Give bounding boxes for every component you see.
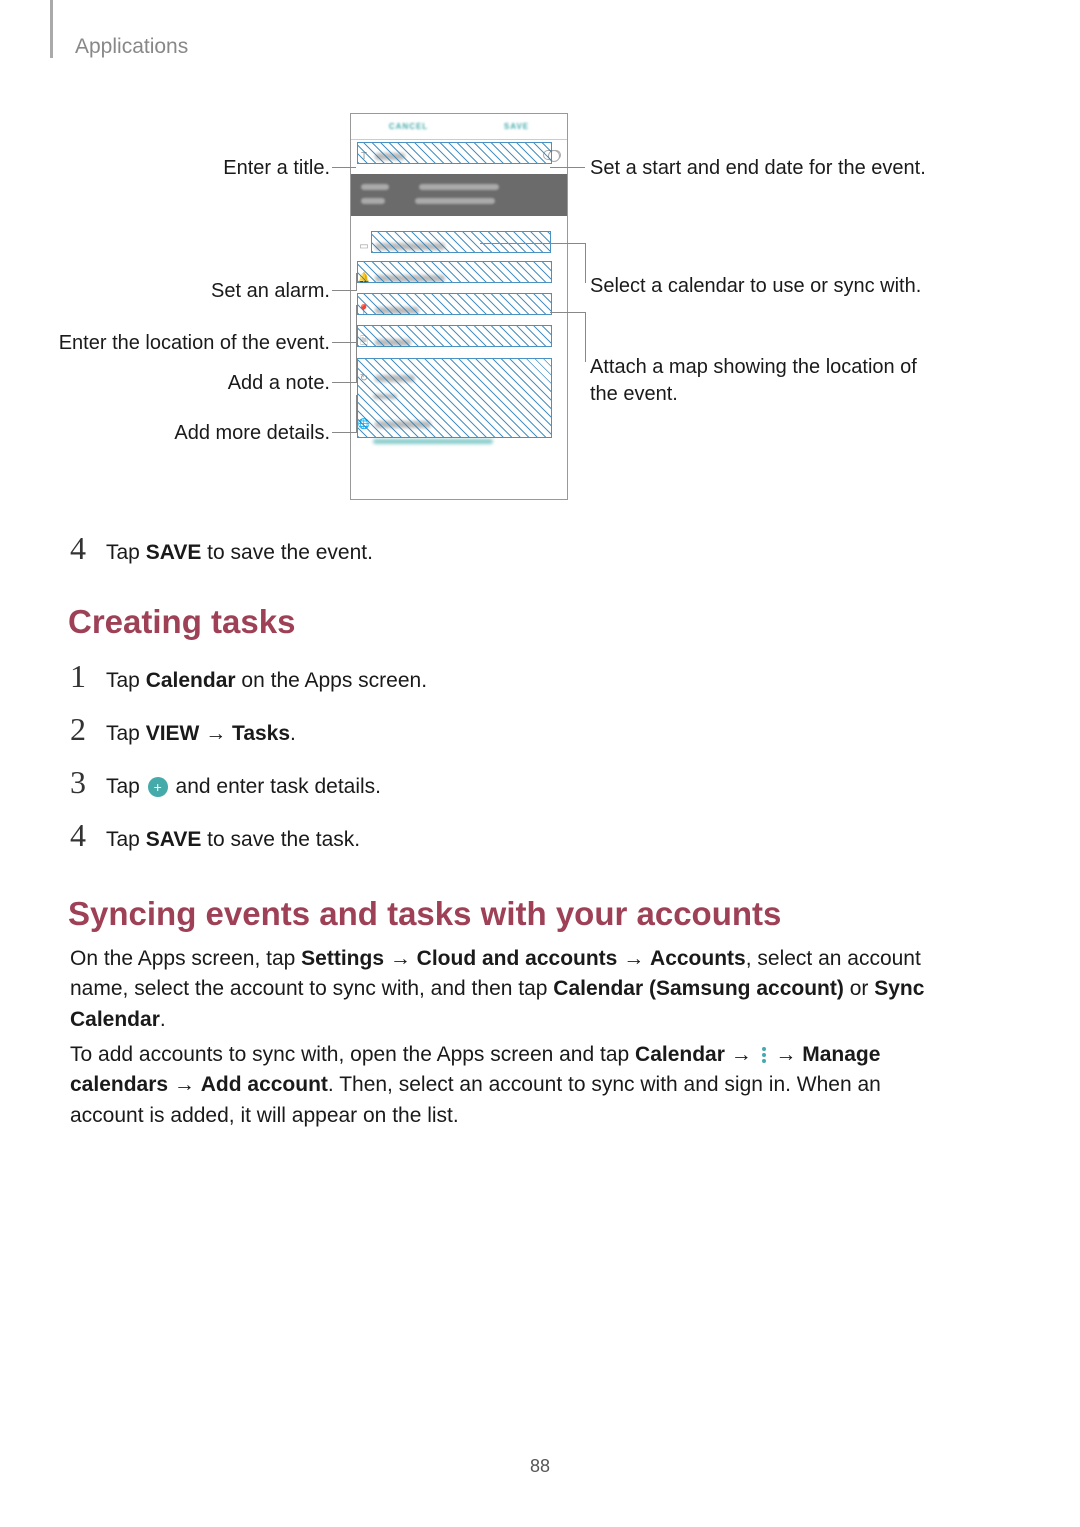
- location-highlight: [357, 293, 552, 315]
- t: to save the event.: [201, 541, 373, 564]
- leader-note-v: [356, 338, 357, 383]
- step-number: 4: [70, 530, 92, 567]
- step-number: 2: [70, 711, 92, 748]
- callout-more: Add more details.: [20, 420, 330, 447]
- screenshot-toolbar: CANCEL SAVE: [351, 114, 567, 140]
- t: Tap: [106, 541, 146, 564]
- leader-title: [332, 167, 356, 168]
- callout-alarm: Set an alarm.: [20, 278, 330, 305]
- task-step: 4 Tap SAVE to save the task.: [70, 817, 427, 854]
- leader-more-v: [356, 395, 357, 433]
- step-text: Tap SAVE to save the event.: [106, 541, 373, 565]
- plus-icon: +: [148, 777, 168, 797]
- more-highlight: [357, 358, 552, 438]
- heading-creating-tasks: Creating tasks: [68, 603, 295, 641]
- leader-map-h: [550, 312, 585, 313]
- alarm-highlight: [357, 261, 552, 283]
- event-editor-screenshot: CANCEL SAVE T ▭ 🔔 📍 🗎 ↻ 🌐: [350, 113, 568, 500]
- callout-calendar: Select a calendar to use or sync with.: [590, 273, 930, 300]
- leader-alarm: [332, 290, 356, 291]
- tasks-step-list: 1 Tap Calendar on the Apps screen. 2 Tap VI…: [70, 658, 427, 870]
- heading-syncing: Syncing events and tasks with your accou…: [68, 895, 781, 933]
- calendar-icon: ▭: [359, 241, 369, 251]
- cancel-button-label: CANCEL: [389, 122, 428, 131]
- step-number: 4: [70, 817, 92, 854]
- callout-map: Attach a map showing the location of the…: [590, 354, 930, 408]
- step-text: Tap + and enter task details.: [106, 775, 381, 799]
- event-editor-figure: CANCEL SAVE T ▭ 🔔 📍 🗎 ↻ 🌐 Enter a title.…: [0, 100, 1080, 520]
- header-accent-bar: [50, 0, 53, 58]
- calendar-highlight: [371, 231, 551, 253]
- step-4-save-event: 4 Tap SAVE to save the event.: [70, 530, 373, 567]
- t-bold: SAVE: [146, 541, 202, 564]
- more-dots-icon: [762, 1047, 766, 1063]
- task-step: 1 Tap Calendar on the Apps screen.: [70, 658, 427, 695]
- sync-paragraph-2: To add accounts to sync with, open the A…: [70, 1040, 950, 1131]
- leader-location: [332, 342, 356, 343]
- leader-alarm-v: [356, 273, 357, 291]
- step-text: Tap SAVE to save the task.: [106, 828, 360, 852]
- callout-location: Enter the location of the event.: [20, 330, 330, 357]
- leader-cal-h: [480, 243, 585, 244]
- callout-title: Enter a title.: [20, 155, 330, 182]
- tz-sub-blur: [373, 439, 493, 444]
- title-highlight: [357, 142, 552, 164]
- sync-paragraph-1: On the Apps screen, tap Settings → Cloud…: [70, 944, 950, 1035]
- page-number: 88: [0, 1456, 1080, 1477]
- datetime-block: [351, 174, 567, 216]
- section-header: Applications: [75, 35, 188, 59]
- step-text: Tap Calendar on the Apps screen.: [106, 669, 427, 693]
- callout-date: Set a start and end date for the event.: [590, 155, 930, 182]
- step-number: 3: [70, 764, 92, 801]
- save-button-label: SAVE: [504, 122, 529, 131]
- step-number: 1: [70, 658, 92, 695]
- task-step: 2 Tap VIEW → Tasks.: [70, 711, 427, 748]
- leader-map-v: [585, 312, 586, 362]
- step-text: Tap VIEW → Tasks.: [106, 722, 296, 746]
- leader-cal-v: [585, 243, 586, 283]
- leader-note: [332, 382, 356, 383]
- task-step: 3 Tap + and enter task details.: [70, 764, 427, 801]
- leader-more: [332, 432, 356, 433]
- note-highlight: [357, 325, 552, 347]
- callout-note: Add a note.: [20, 370, 330, 397]
- leader-date-h: [550, 167, 585, 168]
